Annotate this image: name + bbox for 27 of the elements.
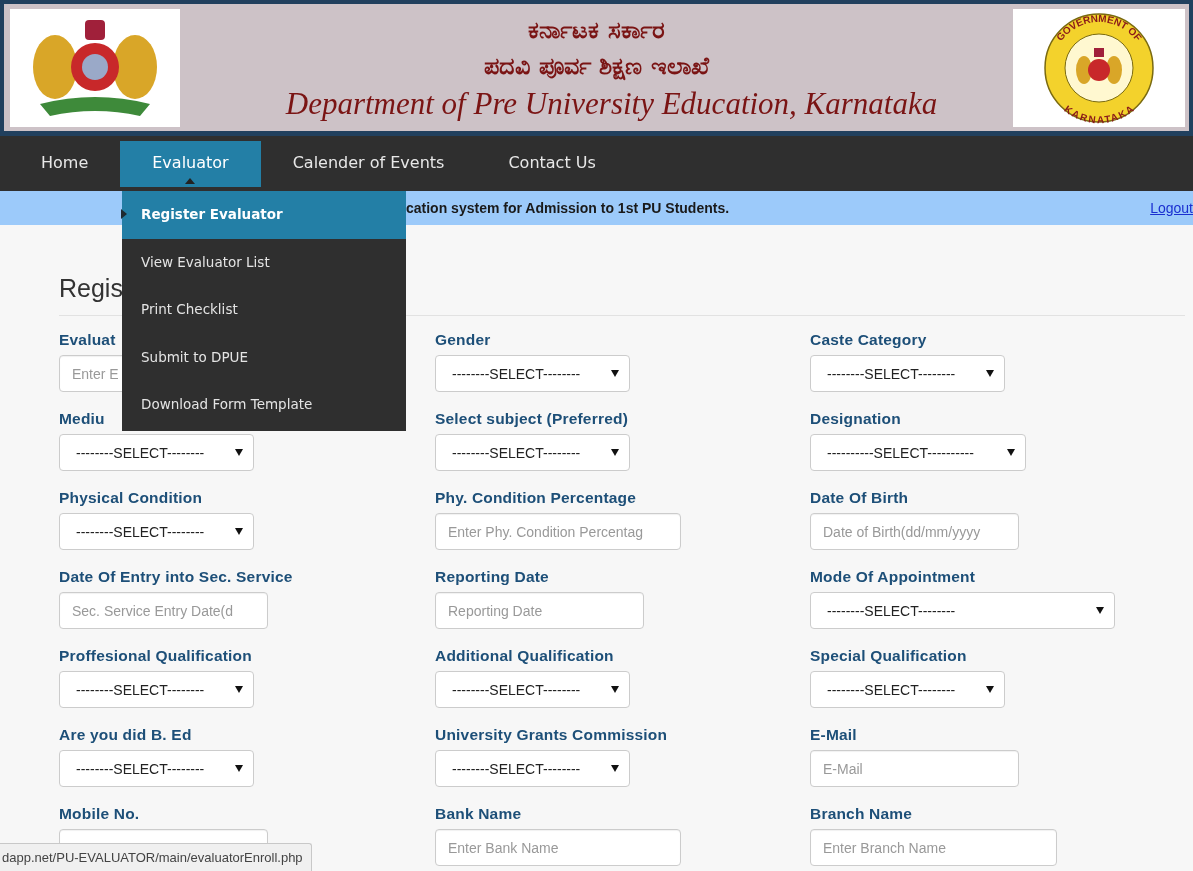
department-title: Department of Pre University Education, Karnataka — [285, 84, 938, 123]
field-label: Mediu — [59, 409, 105, 429]
field-label: Bank Name — [435, 804, 522, 824]
field-label: Mode Of Appointment — [810, 567, 976, 587]
link-url-tooltip: dapp.net/PU-EVALUATOR/main/evaluatorEnroll.php — [0, 843, 312, 871]
field-label: Evaluat — [59, 330, 116, 350]
field-label: University Grants Commission — [435, 725, 668, 745]
field-label: Date Of Birth — [810, 488, 909, 508]
field-label: Caste Category — [810, 330, 927, 350]
notice-text: cation system for Admission to 1st PU Students. — [406, 200, 731, 216]
header-kannada-title: ಕರ್ನಾಟಕ ಸರ್ಕಾರ — [528, 14, 665, 46]
field-label: E-Mail — [810, 725, 857, 745]
field-label: Select subject (Preferred) — [435, 409, 628, 429]
field-label: Designation — [810, 409, 901, 429]
field-label: Additional Qualification — [435, 646, 614, 666]
field-label: Mobile No. — [59, 804, 140, 824]
field-label: Phy. Condition Percentage — [435, 488, 637, 508]
field-label: Physical Condition — [59, 488, 203, 508]
field-label: Special Qualification — [810, 646, 967, 666]
field-label: Reporting Date — [435, 567, 549, 587]
field-label: Proffesional Qualification — [59, 646, 252, 666]
page-heading: Regis — [59, 273, 124, 304]
field-label: Are you did B. Ed — [59, 725, 192, 745]
header-kannada-title: ಪದವಿ ಪೂರ್ವ ಶಿಕ್ಷಣ ಇಲಾಖೆ — [484, 50, 709, 83]
field-label: Date Of Entry into Sec. Service — [59, 567, 293, 587]
field-label: Gender — [435, 330, 491, 350]
field-label: Branch Name — [810, 804, 913, 824]
